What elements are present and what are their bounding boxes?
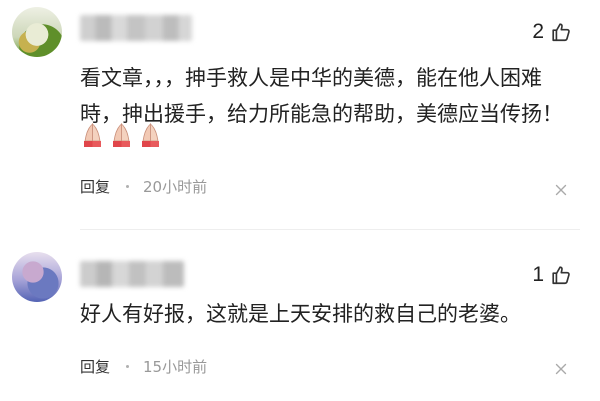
timestamp: 15小时前: [143, 358, 208, 376]
separator-dot: [126, 365, 130, 368]
divider: [80, 229, 580, 230]
thumbs-up-icon[interactable]: [550, 264, 572, 286]
like-button[interactable]: 1: [532, 263, 572, 287]
timestamp: 20小时前: [143, 178, 208, 196]
separator-dot: [126, 185, 130, 188]
username-blurred[interactable]: [80, 261, 184, 287]
comment-item: 1 好人有好报，这就是上天安排的救自己的老婆。 回复 15小时前: [0, 0, 600, 376]
reply-button[interactable]: 回复: [80, 356, 110, 377]
close-icon[interactable]: [555, 360, 567, 375]
comment-text: 好人有好报，这就是上天安排的救自己的老婆。: [80, 302, 521, 326]
comment-meta: 回复 20小时前: [80, 176, 207, 197]
close-icon[interactable]: [555, 181, 567, 196]
reply-button[interactable]: 回复: [80, 176, 110, 197]
avatar[interactable]: [12, 252, 62, 302]
comment-meta: 回复 15小时前: [80, 356, 207, 377]
like-count: 1: [532, 263, 544, 286]
